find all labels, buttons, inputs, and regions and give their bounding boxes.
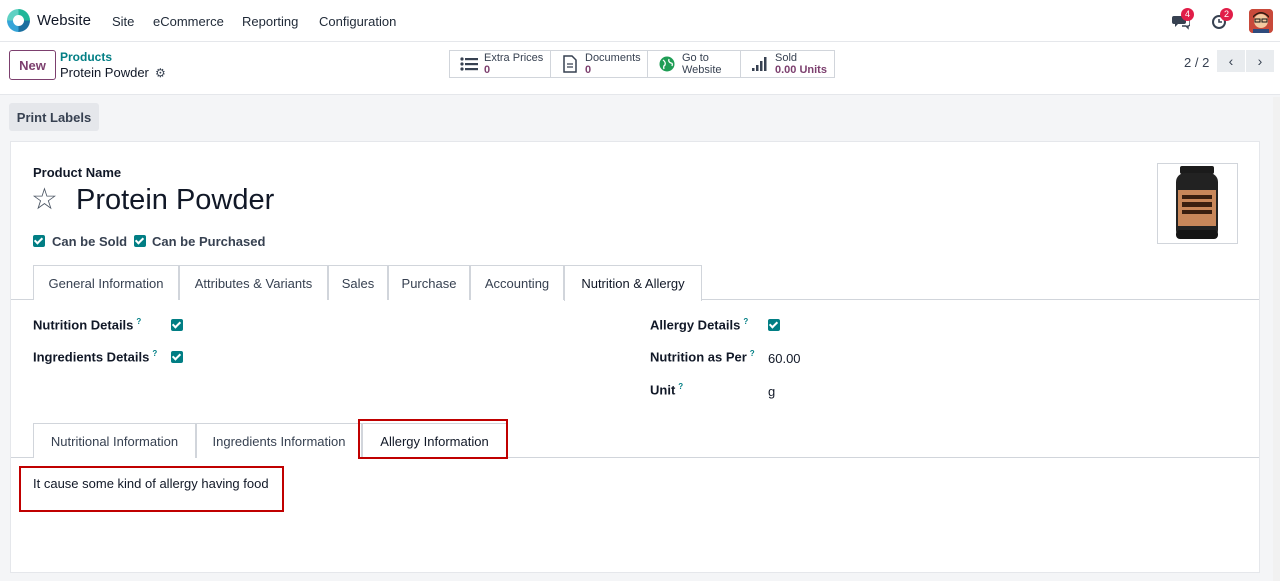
pager-previous-button[interactable]: ‹ bbox=[1217, 50, 1245, 72]
main-tab-bar: General Information Attributes & Variant… bbox=[11, 265, 1259, 301]
top-navbar: Website Site eCommerce Reporting Configu… bbox=[0, 0, 1280, 42]
sub-tab-bar: Nutritional Information Ingredients Info… bbox=[11, 423, 1259, 459]
product-name-label: Product Name bbox=[33, 165, 122, 180]
sold-value: 0.00 Units bbox=[775, 64, 827, 76]
menu-site[interactable]: Site bbox=[112, 14, 134, 29]
pager-counter[interactable]: 2 / 2 bbox=[1184, 55, 1209, 70]
menu-ecommerce[interactable]: eCommerce bbox=[153, 14, 224, 29]
allergy-details-checkbox[interactable] bbox=[768, 319, 780, 331]
tab-nutritional-information[interactable]: Nutritional Information bbox=[33, 423, 196, 458]
control-panel: New Products Protein Powder ⚙ Extra Pric… bbox=[0, 42, 1280, 95]
can-be-sold-checkbox[interactable] bbox=[33, 235, 45, 247]
breadcrumb-current: Protein Powder bbox=[60, 65, 149, 80]
help-icon[interactable]: ? bbox=[136, 317, 141, 326]
tab-ingredients-information[interactable]: Ingredients Information bbox=[196, 423, 362, 458]
user-avatar[interactable] bbox=[1249, 9, 1273, 33]
help-icon[interactable]: ? bbox=[750, 349, 755, 358]
chevron-right-icon: › bbox=[1257, 53, 1263, 69]
can-be-sold-label: Can be Sold bbox=[52, 234, 128, 249]
sold-label: Sold bbox=[775, 52, 798, 64]
product-image[interactable] bbox=[1157, 163, 1238, 244]
gear-icon[interactable]: ⚙ bbox=[155, 66, 166, 80]
messages-badge: 4 bbox=[1181, 8, 1195, 21]
activities-badge: 2 bbox=[1220, 8, 1234, 21]
extra-prices-value: 0 bbox=[484, 64, 491, 76]
tab-nutrition-allergy[interactable]: Nutrition & Allergy bbox=[564, 265, 702, 301]
print-labels-button[interactable]: Print Labels bbox=[9, 103, 99, 131]
messages-icon[interactable]: 4 bbox=[1172, 8, 1195, 30]
document-icon bbox=[559, 55, 581, 73]
ingredients-details-checkbox[interactable] bbox=[171, 351, 183, 363]
documents-label: Documents bbox=[585, 52, 641, 64]
app-name[interactable]: Website bbox=[37, 12, 91, 29]
nutrition-details-label: Nutrition Details? bbox=[33, 317, 142, 333]
activities-icon[interactable]: 2 bbox=[1211, 8, 1234, 30]
sold-button[interactable]: Sold 0.00 Units bbox=[740, 50, 835, 78]
globe-icon bbox=[656, 56, 678, 72]
tab-accounting[interactable]: Accounting bbox=[470, 265, 564, 300]
allergy-tab-highlight bbox=[358, 419, 508, 459]
help-icon[interactable]: ? bbox=[678, 382, 683, 391]
unit-value[interactable]: g bbox=[768, 384, 775, 399]
can-be-purchased-label: Can be Purchased bbox=[152, 234, 266, 249]
help-icon[interactable]: ? bbox=[152, 349, 157, 358]
tab-attributes-variants[interactable]: Attributes & Variants bbox=[179, 265, 328, 300]
website-label: Website bbox=[682, 64, 722, 76]
nutrition-details-checkbox[interactable] bbox=[171, 319, 183, 331]
tab-sales[interactable]: Sales bbox=[328, 265, 388, 300]
go-to-label: Go to bbox=[682, 52, 709, 64]
product-name-field[interactable]: Protein Powder bbox=[76, 184, 274, 217]
vertical-scrollbar[interactable] bbox=[1273, 97, 1280, 581]
product-form-sheet: Product Name ☆ Protein Powder Can be Sol… bbox=[10, 141, 1260, 573]
signal-bars-icon bbox=[749, 57, 771, 71]
list-icon bbox=[458, 57, 480, 71]
allergy-note-highlight bbox=[19, 466, 284, 512]
new-button[interactable]: New bbox=[9, 50, 56, 80]
ingredients-details-label: Ingredients Details? bbox=[33, 349, 158, 365]
nutrition-as-per-value[interactable]: 60.00 bbox=[768, 351, 801, 366]
unit-label: Unit? bbox=[650, 382, 684, 398]
tab-purchase[interactable]: Purchase bbox=[388, 265, 470, 300]
nutrition-as-per-label: Nutrition as Per? bbox=[650, 349, 755, 365]
allergy-details-label: Allergy Details? bbox=[650, 317, 749, 333]
app-logo-icon[interactable] bbox=[7, 9, 30, 32]
documents-value: 0 bbox=[585, 64, 592, 76]
pager-next-button[interactable]: › bbox=[1246, 50, 1274, 72]
help-icon[interactable]: ? bbox=[743, 317, 748, 326]
star-icon[interactable]: ☆ bbox=[31, 182, 58, 218]
breadcrumb-products[interactable]: Products bbox=[60, 50, 112, 64]
go-to-website-button[interactable]: Go to Website bbox=[647, 50, 741, 78]
can-be-purchased-checkbox[interactable] bbox=[134, 235, 146, 247]
menu-reporting[interactable]: Reporting bbox=[242, 14, 298, 29]
chevron-left-icon: ‹ bbox=[1228, 53, 1234, 69]
menu-configuration[interactable]: Configuration bbox=[319, 14, 396, 29]
tab-general-information[interactable]: General Information bbox=[33, 265, 179, 300]
extra-prices-label: Extra Prices bbox=[484, 52, 544, 64]
extra-prices-button[interactable]: Extra Prices 0 bbox=[449, 50, 551, 78]
documents-button[interactable]: Documents 0 bbox=[550, 50, 648, 78]
